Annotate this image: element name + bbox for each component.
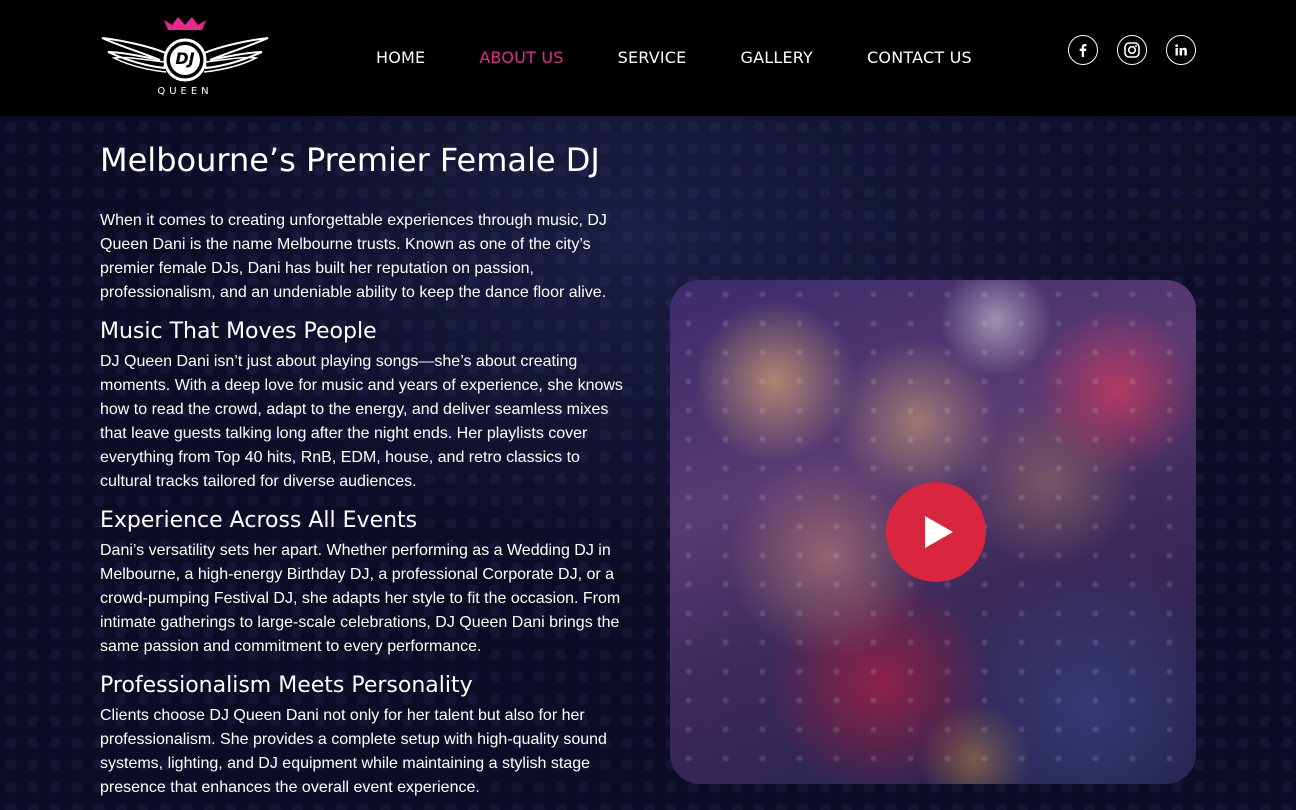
facebook-icon[interactable] — [1068, 35, 1098, 65]
logo-mark: DJ — [175, 49, 195, 68]
section-body-music: DJ Queen Dani isn’t just about playing s… — [100, 353, 623, 490]
page-title: Melbourne’s Premier Female DJ — [100, 141, 600, 179]
intro-paragraph: When it comes to creating unforgettable … — [100, 212, 607, 301]
nav-item-about-us[interactable]: ABOUT US — [479, 48, 563, 67]
linkedin-icon[interactable] — [1166, 35, 1196, 65]
nav-item-service[interactable]: SERVICE — [618, 48, 687, 67]
instagram-icon[interactable] — [1117, 35, 1147, 65]
section-body-experience: Dani’s versatility sets her apart. Wheth… — [100, 542, 621, 655]
video-thumbnail[interactable] — [670, 280, 1196, 784]
section-heading-experience: Experience Across All Events — [100, 508, 418, 533]
about-content: Melbourne’s Premier Female DJ When it co… — [100, 140, 640, 810]
nav-item-home[interactable]: HOME — [376, 48, 425, 67]
play-icon — [925, 516, 953, 548]
social-links — [1068, 35, 1196, 65]
nav-item-gallery[interactable]: GALLERY — [740, 48, 813, 67]
nav-item-contact-us[interactable]: CONTACT US — [867, 48, 972, 67]
section-heading-music: Music That Moves People — [100, 319, 377, 344]
section-heading-professionalism: Professionalism Meets Personality — [100, 673, 473, 698]
about-section: Melbourne’s Premier Female DJ When it co… — [0, 116, 1296, 810]
site-header: DJ QUEEN HOME ABOUT US SERVICE GALLERY C… — [0, 0, 1296, 116]
play-button[interactable] — [886, 482, 986, 582]
section-body-professionalism: Clients choose DJ Queen Dani not only fo… — [100, 707, 607, 796]
logo[interactable]: DJ QUEEN — [100, 16, 270, 100]
main-nav: HOME ABOUT US SERVICE GALLERY CONTACT US — [376, 48, 972, 67]
logo-text: QUEEN — [157, 86, 213, 97]
